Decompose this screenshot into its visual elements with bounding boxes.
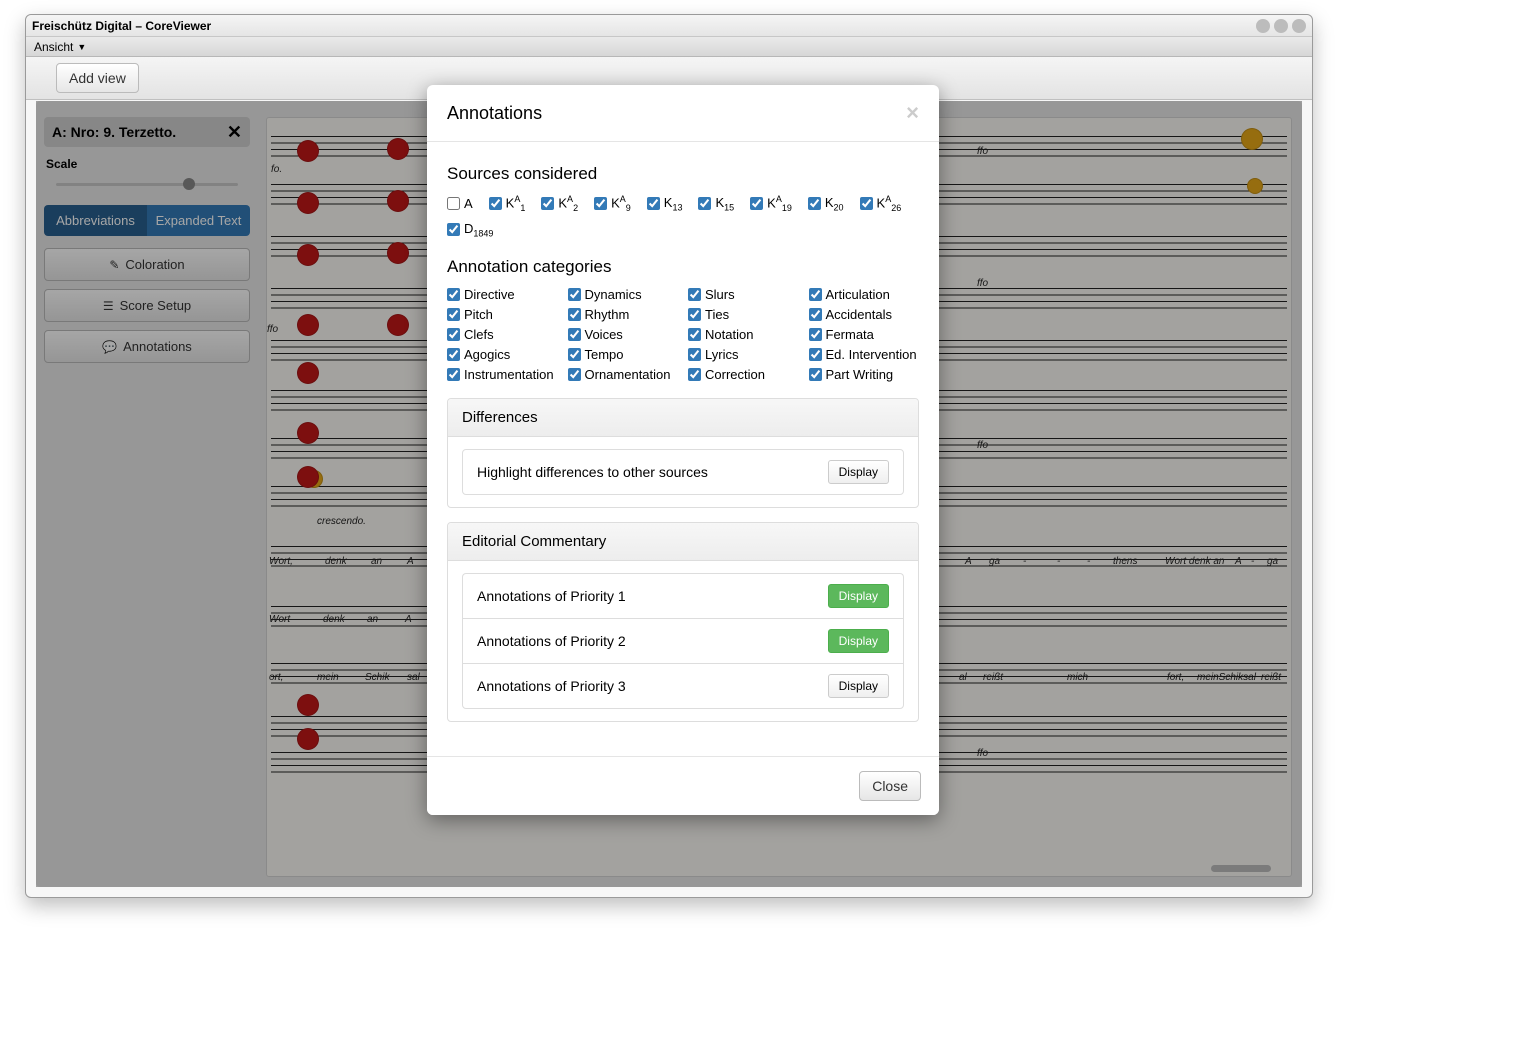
checkbox[interactable] [447, 308, 460, 321]
category-checkbox[interactable]: Directive [447, 287, 558, 302]
display-priority-button[interactable]: Display [828, 629, 889, 653]
checkbox[interactable] [489, 197, 502, 210]
checkbox[interactable] [541, 197, 554, 210]
priority-label: Annotations of Priority 3 [477, 678, 626, 694]
checkbox[interactable] [688, 308, 701, 321]
category-checkbox[interactable]: Ed. Intervention [809, 347, 920, 362]
checkbox[interactable] [809, 348, 822, 361]
checkbox[interactable] [809, 288, 822, 301]
list-item: Annotations of Priority 3 Display [462, 663, 904, 709]
checkbox[interactable] [750, 197, 763, 210]
close-icon[interactable]: × [906, 100, 919, 126]
display-differences-button[interactable]: Display [828, 460, 889, 484]
window-title: Freischütz Digital – CoreViewer [32, 19, 1252, 33]
list-item: Annotations of Priority 2 Display [462, 618, 904, 663]
display-priority-button[interactable]: Display [828, 674, 889, 698]
checkbox[interactable] [568, 308, 581, 321]
checkbox[interactable] [568, 368, 581, 381]
checkbox[interactable] [447, 288, 460, 301]
checkbox[interactable] [688, 328, 701, 341]
checkbox[interactable] [447, 328, 460, 341]
differences-label: Highlight differences to other sources [477, 464, 708, 480]
category-checkbox[interactable]: Notation [688, 327, 799, 342]
category-checkbox[interactable]: Dynamics [568, 287, 679, 302]
checkbox[interactable] [447, 197, 460, 210]
category-checkbox[interactable]: Correction [688, 367, 799, 382]
list-item: Annotations of Priority 1 Display [462, 573, 904, 618]
checkbox[interactable] [688, 368, 701, 381]
checkbox[interactable] [568, 328, 581, 341]
sources-title: Sources considered [447, 164, 919, 184]
modal-title: Annotations [447, 103, 542, 124]
category-checkbox[interactable]: Tempo [568, 347, 679, 362]
checkbox[interactable] [447, 368, 460, 381]
category-checkbox[interactable]: Lyrics [688, 347, 799, 362]
checkbox[interactable] [809, 308, 822, 321]
title-bar: Freischütz Digital – CoreViewer [26, 15, 1312, 37]
source-checkbox[interactable]: K20 [808, 195, 844, 213]
add-view-button[interactable]: Add view [56, 63, 139, 93]
checkbox[interactable] [808, 197, 821, 210]
category-checkbox[interactable]: Slurs [688, 287, 799, 302]
checkbox[interactable] [809, 368, 822, 381]
annotations-modal: Annotations × Sources considered A KA1 KA2… [427, 85, 939, 815]
category-checkbox[interactable]: Articulation [809, 287, 920, 302]
window-close-icon[interactable] [1292, 19, 1306, 33]
menu-bar: Ansicht ▼ [26, 37, 1312, 57]
checkbox[interactable] [568, 348, 581, 361]
caret-down-icon: ▼ [77, 42, 86, 52]
checkbox[interactable] [647, 197, 660, 210]
checkbox[interactable] [809, 328, 822, 341]
sources-list: A KA1 KA2 KA9 K13 K15 KA19 K20 KA26 D1849 [447, 194, 919, 239]
checkbox[interactable] [568, 288, 581, 301]
category-checkbox[interactable]: Pitch [447, 307, 558, 322]
modal-header: Annotations × [427, 85, 939, 142]
display-priority-button[interactable]: Display [828, 584, 889, 608]
category-checkbox[interactable]: Agogics [447, 347, 558, 362]
window-minimize-icon[interactable] [1256, 19, 1270, 33]
commentary-panel: Editorial Commentary Annotations of Prio… [447, 522, 919, 722]
checkbox[interactable] [698, 197, 711, 210]
categories-title: Annotation categories [447, 257, 919, 277]
category-checkbox[interactable]: Ties [688, 307, 799, 322]
menu-ansicht[interactable]: Ansicht ▼ [30, 40, 90, 54]
checkbox[interactable] [688, 348, 701, 361]
checkbox[interactable] [860, 197, 873, 210]
category-checkbox[interactable]: Voices [568, 327, 679, 342]
list-item: Highlight differences to other sources D… [462, 449, 904, 495]
source-checkbox[interactable]: KA2 [541, 194, 578, 213]
source-checkbox[interactable]: KA19 [750, 194, 792, 213]
source-checkbox[interactable]: A [447, 196, 473, 211]
category-checkbox[interactable]: Accidentals [809, 307, 920, 322]
checkbox[interactable] [688, 288, 701, 301]
source-checkbox[interactable]: KA9 [594, 194, 631, 213]
category-checkbox[interactable]: Clefs [447, 327, 558, 342]
checkbox[interactable] [594, 197, 607, 210]
source-checkbox[interactable]: KA26 [860, 194, 902, 213]
source-checkbox[interactable]: D1849 [447, 221, 493, 239]
category-checkbox[interactable]: Ornamentation [568, 367, 679, 382]
categories-grid: Directive Dynamics Slurs Articulation Pitch R… [447, 287, 919, 382]
category-checkbox[interactable]: Instrumentation [447, 367, 558, 382]
source-checkbox[interactable]: K15 [698, 195, 734, 213]
differences-title: Differences [448, 399, 918, 437]
close-button[interactable]: Close [859, 771, 921, 801]
priority-label: Annotations of Priority 1 [477, 588, 626, 604]
app-window: Freischütz Digital – CoreViewer Ansicht … [25, 14, 1313, 898]
source-checkbox[interactable]: KA1 [489, 194, 526, 213]
window-maximize-icon[interactable] [1274, 19, 1288, 33]
priority-label: Annotations of Priority 2 [477, 633, 626, 649]
differences-panel: Differences Highlight differences to oth… [447, 398, 919, 508]
category-checkbox[interactable]: Part Writing [809, 367, 920, 382]
checkbox[interactable] [447, 348, 460, 361]
commentary-title: Editorial Commentary [448, 523, 918, 561]
category-checkbox[interactable]: Fermata [809, 327, 920, 342]
source-checkbox[interactable]: K13 [647, 195, 683, 213]
checkbox[interactable] [447, 223, 460, 236]
category-checkbox[interactable]: Rhythm [568, 307, 679, 322]
